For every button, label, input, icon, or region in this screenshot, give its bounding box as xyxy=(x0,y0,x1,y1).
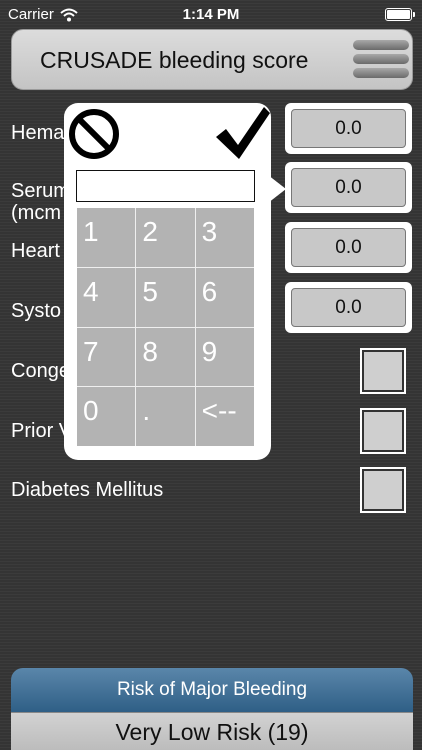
page-title: CRUSADE bleeding score xyxy=(40,47,309,73)
row-label: Serum xyxy=(11,180,70,202)
row-label: Conge xyxy=(11,360,70,382)
status-time: 1:14 PM xyxy=(182,6,240,23)
key-8[interactable]: 8 xyxy=(136,327,195,387)
row-sublabel: (mcm xyxy=(11,202,61,224)
key-backspace[interactable]: <-- xyxy=(195,387,254,446)
key-9[interactable]: 9 xyxy=(195,327,254,387)
field-value: 0.0 xyxy=(291,288,406,327)
systolic-field[interactable]: 0.0 xyxy=(285,282,412,333)
result-heading: Risk of Major Bleeding xyxy=(11,668,413,712)
key-6[interactable]: 6 xyxy=(195,267,254,327)
key-3[interactable]: 3 xyxy=(195,208,254,267)
row-label: Heart xyxy=(11,240,60,262)
key-decimal[interactable]: . xyxy=(136,387,195,446)
keypad: 1 2 3 4 5 6 7 8 9 0 . <-- xyxy=(77,208,254,446)
key-5[interactable]: 5 xyxy=(136,267,195,327)
battery-icon xyxy=(385,8,415,21)
serum-field[interactable]: 0.0 xyxy=(285,162,412,213)
field-value: 0.0 xyxy=(291,228,406,267)
hematocrit-field[interactable]: 0.0 xyxy=(285,103,412,154)
key-7[interactable]: 7 xyxy=(77,327,136,387)
prior-vascular-checkbox[interactable] xyxy=(360,408,406,454)
checkmark-icon[interactable] xyxy=(214,105,272,161)
field-value: 0.0 xyxy=(291,109,406,148)
chf-checkbox[interactable] xyxy=(360,348,406,394)
cancel-icon[interactable] xyxy=(68,108,120,160)
keypad-popup: 1 2 3 4 5 6 7 8 9 0 . <-- xyxy=(64,103,271,460)
result-value: Very Low Risk (19) xyxy=(11,712,413,750)
row-label: Diabetes Mellitus xyxy=(11,479,164,501)
key-2[interactable]: 2 xyxy=(136,208,195,267)
keypad-input[interactable] xyxy=(76,170,255,202)
heart-rate-field[interactable]: 0.0 xyxy=(285,222,412,273)
status-bar: Carrier 1:14 PM xyxy=(0,0,422,30)
menu-icon[interactable] xyxy=(353,40,409,82)
key-0[interactable]: 0 xyxy=(77,387,136,446)
result-panel: Risk of Major Bleeding Very Low Risk (19… xyxy=(11,668,413,750)
row-label: Systo xyxy=(11,300,62,322)
row-label: Hema xyxy=(11,122,65,144)
key-4[interactable]: 4 xyxy=(77,267,136,327)
row-label: Prior V xyxy=(11,420,73,442)
key-1[interactable]: 1 xyxy=(77,208,136,267)
diabetes-checkbox[interactable] xyxy=(360,467,406,513)
title-bar: CRUSADE bleeding score xyxy=(11,29,413,90)
field-value: 0.0 xyxy=(291,168,406,207)
